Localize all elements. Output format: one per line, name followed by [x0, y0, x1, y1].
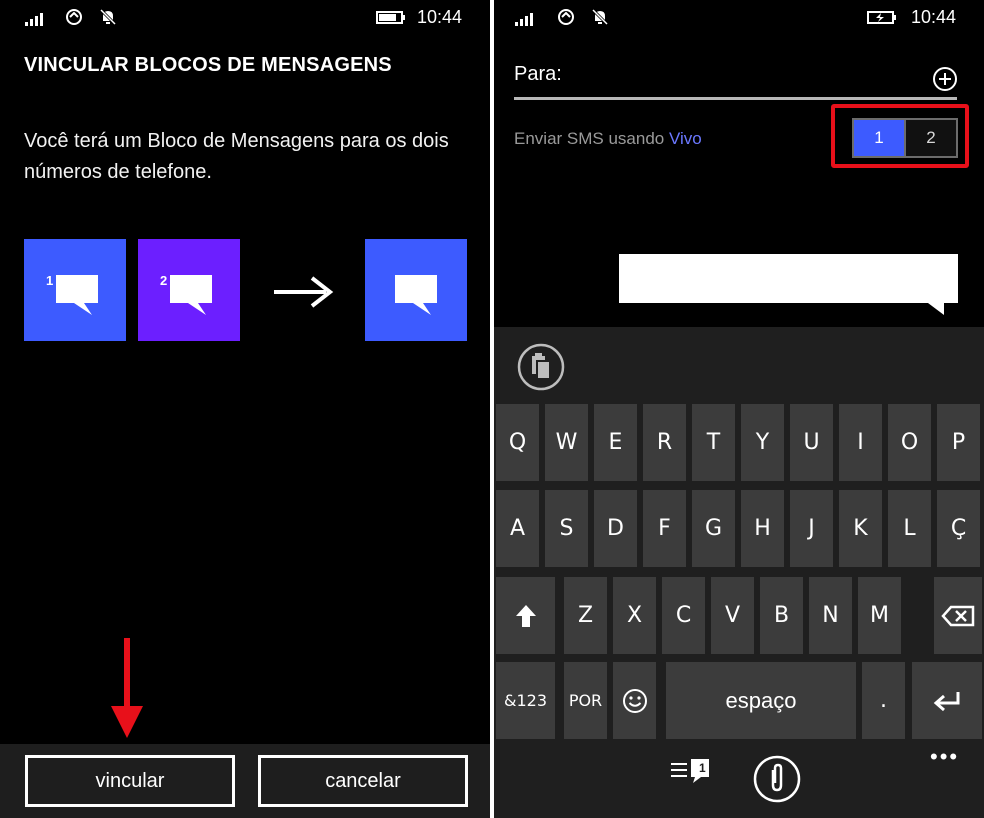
key-z[interactable]: Z	[564, 577, 607, 654]
message-bubble-icon	[56, 275, 98, 315]
arrow-right-icon	[274, 276, 334, 308]
data-sync-icon	[558, 9, 574, 25]
link-button[interactable]: vincular	[25, 755, 235, 807]
recipient-input[interactable]	[514, 97, 957, 100]
status-bar: 10:44	[0, 0, 490, 36]
key-g[interactable]: G	[692, 490, 735, 567]
signal-icon	[25, 10, 47, 26]
emoji-key[interactable]	[613, 662, 656, 739]
key-w[interactable]: W	[545, 404, 588, 481]
bell-muted-icon	[99, 8, 117, 26]
language-key[interactable]: POR	[564, 662, 607, 739]
numbers-key[interactable]: &123	[496, 662, 555, 739]
key-d[interactable]: D	[594, 490, 637, 567]
battery-charging-icon	[867, 11, 896, 24]
shift-arrow-icon	[515, 604, 536, 627]
message-bubble-icon	[395, 275, 437, 315]
key-s[interactable]: S	[545, 490, 588, 567]
key-k[interactable]: K	[839, 490, 882, 567]
thread-tile-sim2: 2	[138, 239, 240, 341]
key-n[interactable]: N	[809, 577, 852, 654]
tile-number: 2	[160, 273, 168, 288]
clipboard-icon[interactable]	[516, 342, 566, 392]
switch-sim-button[interactable]	[667, 755, 715, 792]
key-e[interactable]: E	[594, 404, 637, 481]
tile-number: 1	[46, 273, 54, 288]
thread-tile-sim1: 1	[24, 239, 126, 341]
message-sim-switch-icon	[671, 759, 709, 783]
key-y[interactable]: Y	[741, 404, 784, 481]
attach-button[interactable]	[752, 754, 802, 809]
signal-icon	[515, 10, 537, 26]
key-p[interactable]: P	[937, 404, 980, 481]
sim-switch-badge: 1	[699, 761, 706, 775]
key-j[interactable]: J	[790, 490, 833, 567]
more-options[interactable]: •••	[930, 744, 959, 770]
sim-option-2[interactable]: 2	[904, 120, 956, 156]
clock: 10:44	[911, 7, 957, 27]
key-m[interactable]: M	[858, 577, 901, 654]
enter-icon	[933, 691, 960, 711]
page-title: VINCULAR BLOCOS DE MENSAGENS	[24, 54, 392, 76]
key-i[interactable]: I	[839, 404, 882, 481]
key-ç[interactable]: Ç	[937, 490, 980, 567]
key-a[interactable]: A	[496, 490, 539, 567]
key-t[interactable]: T	[692, 404, 735, 481]
merged-thread-tile	[365, 239, 467, 341]
enter-key[interactable]	[912, 662, 982, 739]
key-o[interactable]: O	[888, 404, 931, 481]
key-r[interactable]: R	[643, 404, 686, 481]
key-l[interactable]: L	[888, 490, 931, 567]
on-screen-keyboard: QWERTYUIOP ASDFGHJKLÇ ZXCVBNM &123 POR e…	[494, 327, 984, 818]
backspace-key[interactable]	[934, 577, 982, 654]
key-f[interactable]: F	[643, 490, 686, 567]
bell-muted-icon	[591, 8, 609, 26]
status-bar: 10:44	[494, 0, 984, 36]
smiley-icon	[622, 688, 647, 713]
space-key[interactable]: espaço	[666, 662, 856, 739]
clock: 10:44	[417, 7, 463, 27]
key-v[interactable]: V	[711, 577, 754, 654]
left-phone-screen: 10:44 VINCULAR BLOCOS DE MENSAGENS Você …	[0, 0, 490, 818]
add-recipient-icon[interactable]	[932, 66, 958, 92]
message-input[interactable]	[619, 254, 958, 303]
message-bubble-icon	[170, 275, 212, 315]
sms-sim-info: Enviar SMS usando Vivo	[514, 129, 702, 149]
sim-selector[interactable]: 1 2	[852, 118, 958, 158]
app-bar: vincular cancelar	[0, 744, 490, 818]
key-h[interactable]: H	[741, 490, 784, 567]
key-c[interactable]: C	[662, 577, 705, 654]
carrier-name[interactable]: Vivo	[669, 129, 702, 148]
key-b[interactable]: B	[760, 577, 803, 654]
shift-key[interactable]	[496, 577, 555, 654]
data-sync-icon	[66, 9, 82, 25]
key-u[interactable]: U	[790, 404, 833, 481]
paperclip-icon	[753, 755, 801, 803]
cancel-button[interactable]: cancelar	[258, 755, 468, 807]
annotation-arrow-down-icon	[111, 638, 143, 738]
key-x[interactable]: X	[613, 577, 656, 654]
battery-icon	[376, 11, 405, 24]
sms-prefix: Enviar SMS usando	[514, 129, 665, 148]
sim-option-1[interactable]: 1	[854, 120, 904, 156]
bubble-tail	[928, 303, 944, 315]
to-label: Para:	[514, 63, 562, 85]
description-text: Você terá um Bloco de Mensagens para os …	[24, 130, 449, 183]
key-q[interactable]: Q	[496, 404, 539, 481]
period-key[interactable]: .	[862, 662, 905, 739]
right-phone-screen: 10:44 Para: Enviar SMS usando Vivo 1 2 Q…	[494, 0, 984, 818]
backspace-icon	[941, 605, 975, 626]
